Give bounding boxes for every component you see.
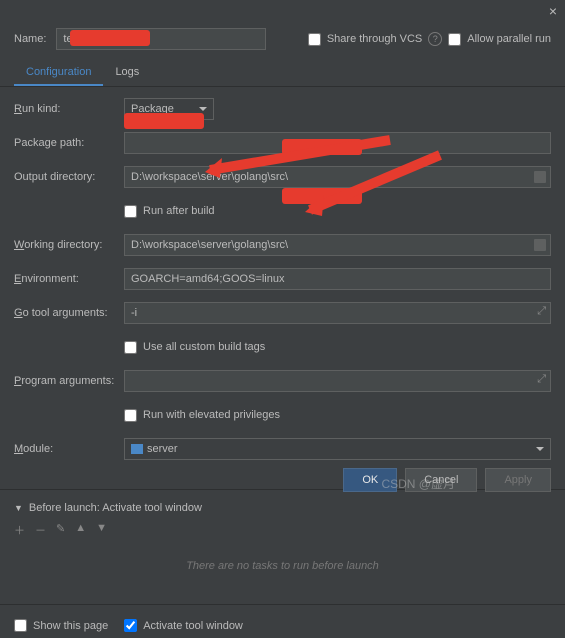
output-dir-label: Output directory: (14, 171, 124, 183)
name-input[interactable] (56, 28, 266, 50)
title-bar: × (0, 0, 565, 22)
tabs: Configuration Logs (0, 60, 565, 87)
remove-task-icon[interactable]: － (35, 522, 46, 538)
tab-logs[interactable]: Logs (103, 60, 151, 86)
run-after-build-checkbox[interactable]: Run after build (124, 205, 215, 218)
package-path-input[interactable] (124, 132, 551, 154)
no-tasks-message: There are no tasks to run before launch (14, 540, 551, 592)
close-icon[interactable]: × (549, 3, 557, 19)
go-tool-args-input[interactable]: -i (124, 302, 551, 324)
environment-input[interactable]: GOARCH=amd64;GOOS=linux (124, 268, 551, 290)
program-args-input[interactable] (124, 370, 551, 392)
edit-task-icon[interactable]: ✎ (56, 522, 65, 538)
module-label: Module: (14, 443, 124, 455)
go-tool-args-label: Go tool arguments: (14, 307, 124, 319)
tab-configuration[interactable]: Configuration (14, 60, 103, 86)
name-label: Name: (14, 33, 46, 45)
add-task-icon[interactable]: ＋ (14, 522, 25, 538)
working-dir-label: Working directory: (14, 239, 124, 251)
environment-label: Environment: (14, 273, 124, 285)
module-select[interactable]: server (124, 438, 551, 460)
activate-tool-window-checkbox[interactable]: Activate tool window (124, 619, 243, 632)
module-folder-icon (131, 444, 143, 454)
custom-build-tags-checkbox[interactable]: Use all custom build tags (124, 341, 265, 354)
cancel-button[interactable]: Cancel (405, 468, 477, 492)
output-dir-input[interactable]: D:\workspace\server\golang\src\ (124, 166, 551, 188)
move-up-icon[interactable]: ▲ (75, 522, 86, 538)
collapse-caret-icon: ▼ (14, 503, 23, 513)
before-launch-header[interactable]: ▼ Before launch: Activate tool window (14, 502, 551, 514)
package-path-label: Package path: (14, 137, 124, 149)
working-dir-input[interactable]: D:\workspace\server\golang\src\ (124, 234, 551, 256)
run-kind-label: Run kind: (14, 103, 124, 115)
program-args-label: Program arguments: (14, 375, 124, 387)
help-icon[interactable]: ? (428, 32, 442, 46)
share-vcs-checkbox[interactable]: Share through VCS (308, 33, 422, 46)
ok-button[interactable]: OK (343, 468, 397, 492)
apply-button[interactable]: Apply (485, 468, 551, 492)
name-row: Name: Share through VCS ? Allow parallel… (0, 22, 565, 56)
elevated-checkbox[interactable]: Run with elevated privileges (124, 409, 280, 422)
show-this-page-checkbox[interactable]: Show this page (14, 619, 108, 632)
move-down-icon[interactable]: ▼ (96, 522, 107, 538)
run-kind-select[interactable]: Package (124, 98, 214, 120)
allow-parallel-checkbox[interactable]: Allow parallel run (448, 33, 551, 46)
